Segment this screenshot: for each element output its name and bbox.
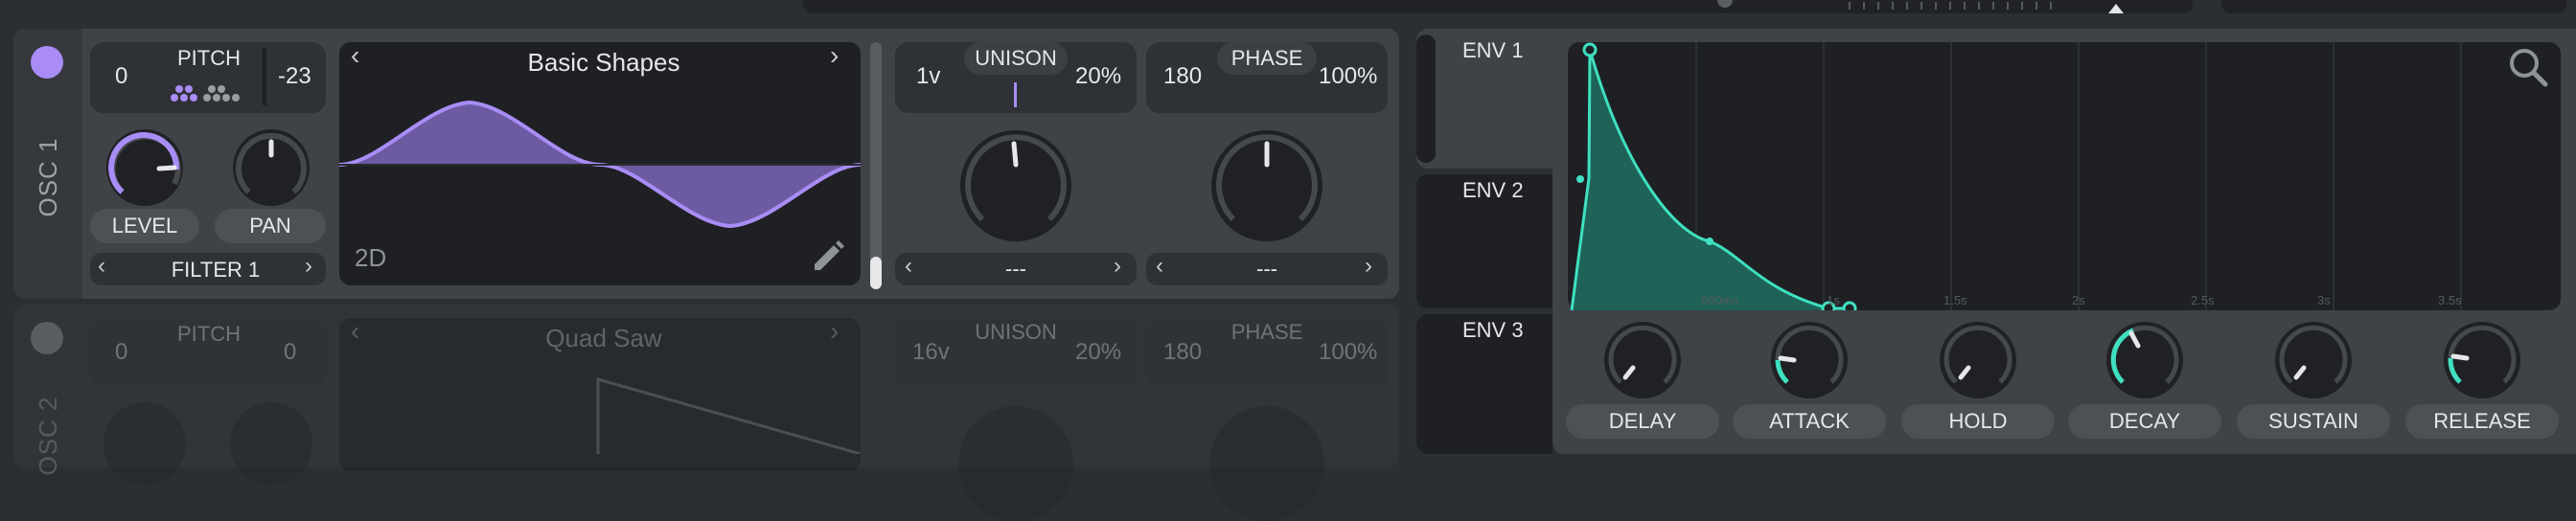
- top-display-slot-right: [2221, 0, 2566, 13]
- osc1-unison-voices[interactable]: 1v: [916, 63, 940, 90]
- env-tab-1-slot: [1416, 34, 1436, 163]
- osc1-filter-next-icon[interactable]: ›: [305, 253, 312, 280]
- osc1-phase-knob[interactable]: [1209, 128, 1324, 243]
- osc1-unison-label: UNISON: [964, 42, 1068, 75]
- osc1-phase-value[interactable]: 180: [1163, 63, 1202, 90]
- env-tab-1-label: ENV 1: [1462, 38, 1524, 62]
- osc2-power-toggle[interactable]: [31, 322, 63, 354]
- osc2-phase-knob[interactable]: [1209, 406, 1324, 521]
- osc2-unison-knob[interactable]: [958, 406, 1073, 521]
- osc-scrollbar-thumb[interactable]: [870, 257, 882, 289]
- osc1-filter-label: FILTER 1: [171, 258, 261, 282]
- osc1-wavetable-prev-icon[interactable]: ‹: [351, 40, 359, 71]
- osc1-pitch-tune[interactable]: -23: [278, 63, 311, 90]
- env-tick-1s: 1s: [1827, 293, 1840, 307]
- env-tick-2s: 2s: [2072, 293, 2085, 307]
- osc1-unison-indicator: [1014, 82, 1017, 107]
- env-release-knob[interactable]: [2442, 320, 2522, 400]
- osc1-pan-label: PAN: [215, 209, 326, 243]
- env-attack-knob[interactable]: [1769, 320, 1850, 400]
- osc1-phase-random[interactable]: 100%: [1319, 63, 1377, 90]
- env-delay-knob[interactable]: [1602, 320, 1683, 400]
- magnifier-icon[interactable]: [2505, 44, 2553, 92]
- osc1-unison-prev-icon[interactable]: ‹: [905, 253, 912, 280]
- osc2-unison-detune[interactable]: 20%: [1075, 339, 1121, 366]
- osc1-unison-detune[interactable]: 20%: [1075, 63, 1121, 90]
- env-tick-2.5s: 2.5s: [2191, 293, 2215, 307]
- osc2-pan-knob[interactable]: [230, 402, 312, 485]
- osc-scrollbar[interactable]: [870, 42, 882, 289]
- osc2-wavetable-next-icon[interactable]: ›: [830, 316, 839, 347]
- env-sustain-knob[interactable]: [2273, 320, 2354, 400]
- osc2-pitch-label: PITCH: [177, 322, 241, 346]
- env-tab-2-label: ENV 2: [1462, 178, 1524, 202]
- env-tick-3.5s: 3.5s: [2438, 293, 2462, 307]
- env-tick-3s: 3s: [2317, 293, 2331, 307]
- osc2-pitch-transpose[interactable]: 0: [115, 339, 127, 366]
- osc1-pan-knob[interactable]: [230, 126, 312, 209]
- pencil-icon[interactable]: [809, 238, 847, 276]
- osc1-filter-prev-icon[interactable]: ‹: [98, 253, 105, 280]
- osc2-label: OSC 2: [34, 396, 62, 476]
- env-delay-label: DELAY: [1566, 404, 1719, 439]
- osc1-wavetable-name[interactable]: Basic Shapes: [412, 48, 795, 78]
- env-release-label: RELEASE: [2405, 404, 2559, 439]
- osc2-waveform: [596, 377, 861, 454]
- osc2-unison-voices[interactable]: 16v: [912, 339, 950, 366]
- osc1-pitch-dots: [171, 85, 240, 102]
- env-tick-500ms: 500ms: [1701, 293, 1739, 307]
- osc1-phase-prev-icon[interactable]: ‹: [1156, 253, 1163, 280]
- env-graph-curve: [1570, 42, 2462, 310]
- env-decay-knob[interactable]: [2104, 320, 2185, 400]
- osc1-wavetable-next-icon[interactable]: ›: [830, 40, 839, 71]
- osc1-level-label: LEVEL: [90, 209, 199, 243]
- osc1-pitch-divider: [263, 48, 266, 105]
- top-ruler: [1717, 0, 2124, 13]
- osc1-wavetable-mode[interactable]: 2D: [355, 243, 386, 273]
- env-tick-1.5s: 1.5s: [1944, 293, 1967, 307]
- osc1-pitch-transpose[interactable]: 0: [115, 63, 127, 90]
- env-hold-label: HOLD: [1901, 404, 2055, 439]
- osc2-wavetable-prev-icon[interactable]: ‹: [351, 316, 359, 347]
- osc1-phase-label: PHASE: [1217, 42, 1317, 75]
- osc1-unison-selector-value: ---: [1005, 257, 1026, 281]
- osc1-power-toggle[interactable]: [31, 46, 63, 79]
- env-attack-label: ATTACK: [1733, 404, 1886, 439]
- env-tab-3-label: ENV 3: [1462, 318, 1524, 342]
- osc2-unison-label: UNISON: [975, 320, 1057, 344]
- osc1-pitch-label: PITCH: [177, 46, 241, 70]
- osc1-unison-next-icon[interactable]: ›: [1114, 253, 1121, 280]
- osc2-phase-random[interactable]: 100%: [1319, 339, 1377, 366]
- osc1-phase-selector-value: ---: [1256, 257, 1277, 281]
- osc2-wavetable-name[interactable]: Quad Saw: [412, 324, 795, 353]
- osc1-unison-knob[interactable]: [958, 128, 1073, 243]
- osc2-level-knob[interactable]: [104, 402, 186, 485]
- osc2-phase-label: PHASE: [1230, 320, 1303, 344]
- osc2-pitch-tune[interactable]: 0: [284, 339, 296, 366]
- osc1-phase-next-icon[interactable]: ›: [1365, 253, 1372, 280]
- env-decay-label: DECAY: [2068, 404, 2221, 439]
- osc1-label: OSC 1: [34, 137, 62, 217]
- env-sustain-label: SUSTAIN: [2237, 404, 2390, 439]
- osc1-level-knob[interactable]: [104, 126, 186, 209]
- osc1-waveform: [339, 100, 861, 229]
- osc2-phase-value[interactable]: 180: [1163, 339, 1202, 366]
- env-hold-knob[interactable]: [1938, 320, 2018, 400]
